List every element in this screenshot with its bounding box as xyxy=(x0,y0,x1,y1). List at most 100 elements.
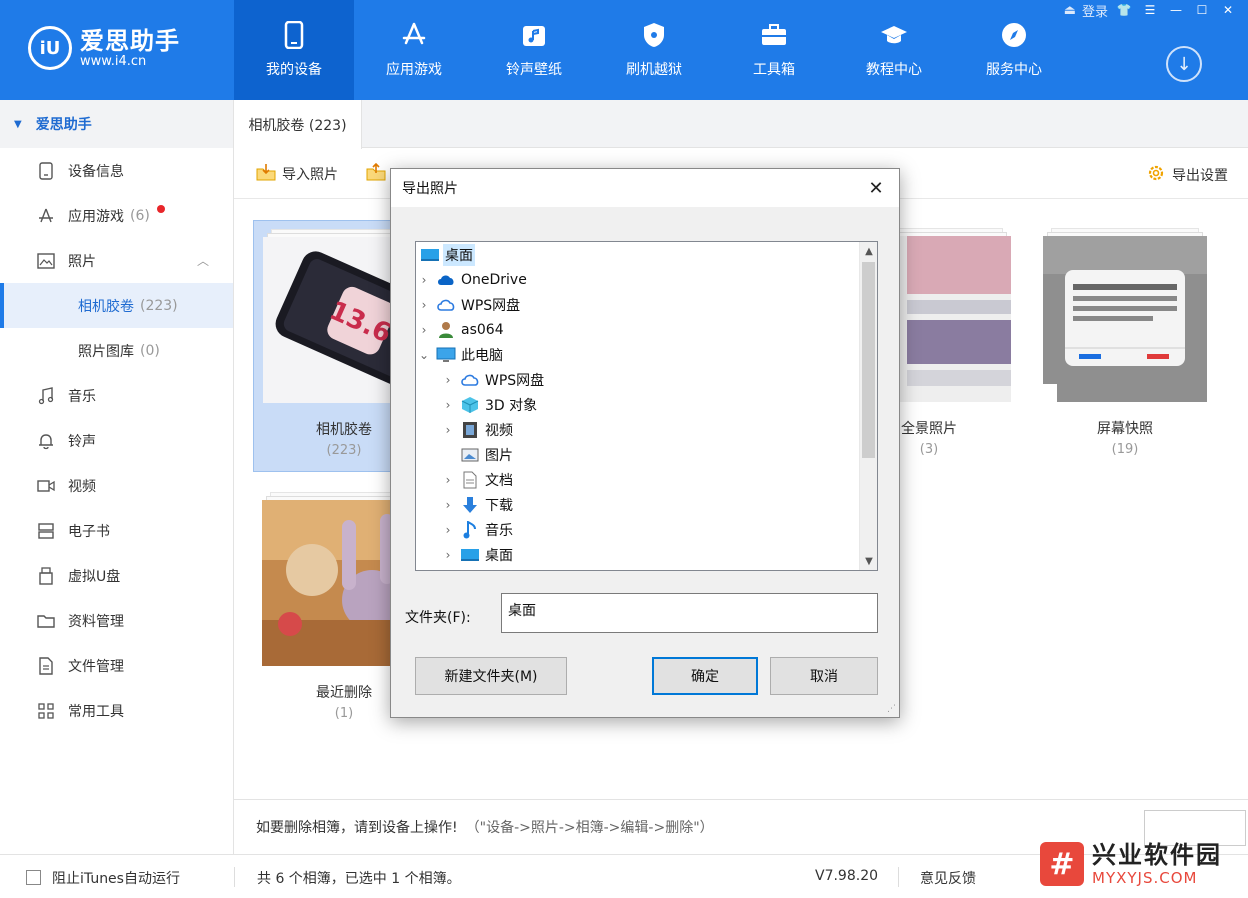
tree-item-label: 图片 xyxy=(485,447,513,464)
skin-button[interactable]: 👕 xyxy=(1114,1,1134,19)
wps-cloud-icon xyxy=(460,371,480,389)
scroll-down-icon[interactable]: ▼ xyxy=(860,552,877,570)
export-folder-icon xyxy=(366,162,386,185)
chevron-right-icon[interactable]: › xyxy=(440,473,456,487)
tree-item-pictures[interactable]: 图片 xyxy=(440,442,515,467)
user-icon xyxy=(436,321,456,339)
login-link[interactable]: 登录 xyxy=(1082,1,1108,20)
sidebar-item-file-management[interactable]: 文件管理 xyxy=(0,643,233,688)
album-screenshots[interactable]: 屏幕快照 (19) xyxy=(1034,220,1216,472)
nav-label: 刷机越狱 xyxy=(626,62,682,78)
cancel-button[interactable]: 取消 xyxy=(770,657,878,695)
chevron-right-icon[interactable]: › xyxy=(440,523,456,537)
tree-item-onedrive[interactable]: › OneDrive xyxy=(416,267,529,292)
version-label: V7.98.20 xyxy=(815,868,879,884)
nav-service-center[interactable]: 服务中心 xyxy=(954,0,1074,100)
sidebar-item-count: (223) xyxy=(140,297,178,314)
resize-grip-icon[interactable]: ⋰ xyxy=(887,704,896,714)
minimize-button[interactable]: — xyxy=(1166,1,1186,19)
tree-item-user[interactable]: › as064 xyxy=(416,317,506,342)
sidebar-item-ringtones[interactable]: 铃声 xyxy=(0,418,233,463)
download-arrow-icon xyxy=(460,496,480,514)
grid-icon xyxy=(36,701,56,721)
tab-camera-roll[interactable]: 相机胶卷 (223) xyxy=(234,100,362,149)
tree-item-desktop-root[interactable]: 桌面 xyxy=(416,242,475,267)
tree-item-documents[interactable]: › 文档 xyxy=(440,467,515,492)
sidebar-item-virtual-udisk[interactable]: 虚拟U盘 xyxy=(0,553,233,598)
folder-label: 文件夹(F): xyxy=(405,610,471,626)
shield-icon xyxy=(640,21,668,49)
picture-icon xyxy=(460,446,480,464)
tree-item-music[interactable]: › 音乐 xyxy=(440,517,515,542)
sidebar-item-data-management[interactable]: 资料管理 xyxy=(0,598,233,643)
maximize-button[interactable]: ☐ xyxy=(1192,1,1212,19)
sidebar-item-label: 铃声 xyxy=(68,433,96,450)
scrollbar-thumb[interactable] xyxy=(862,262,875,458)
watermark-title: 兴业软件园 xyxy=(1092,841,1222,869)
sidebar-item-label: 相机胶卷 xyxy=(78,298,134,315)
sidebar-item-music[interactable]: 音乐 xyxy=(0,373,233,418)
nav-tutorials[interactable]: 教程中心 xyxy=(834,0,954,100)
logo-badge: iU xyxy=(28,26,72,70)
chevron-right-icon[interactable]: › xyxy=(416,323,432,337)
sidebar-item-videos[interactable]: 视频 xyxy=(0,463,233,508)
chevron-right-icon[interactable]: › xyxy=(440,423,456,437)
chevron-right-icon[interactable]: › xyxy=(416,273,432,287)
menu-button[interactable]: ☰ xyxy=(1140,1,1160,19)
music-note-icon xyxy=(460,520,480,539)
chevron-right-icon[interactable]: › xyxy=(440,398,456,412)
sidebar-item-label: 电子书 xyxy=(68,523,110,540)
logo-name: 爱思助手 xyxy=(80,27,180,55)
app-logo: iU 爱思助手 www.i4.cn xyxy=(28,26,180,70)
nav-flash-jailbreak[interactable]: 刷机越狱 xyxy=(594,0,714,100)
sidebar-item-camera-roll[interactable]: 相机胶卷 (223) xyxy=(0,283,233,328)
download-icon[interactable]: ↓ xyxy=(1166,46,1202,82)
chevron-right-icon[interactable]: › xyxy=(440,373,456,387)
notification-dot xyxy=(157,205,165,213)
music-folder-icon xyxy=(520,21,548,49)
tree-item-wps-cloud[interactable]: › WPS网盘 xyxy=(416,292,522,317)
export-settings-button[interactable]: 导出设置 xyxy=(1146,163,1228,187)
sidebar-item-label: 应用游戏 xyxy=(68,208,124,225)
tree-item-pc-wps-cloud[interactable]: › WPS网盘 xyxy=(440,367,546,392)
dialog-title: 导出照片 xyxy=(402,181,458,197)
feedback-link[interactable]: 意见反馈 xyxy=(920,868,976,888)
tree-item-3d-objects[interactable]: › 3D 对象 xyxy=(440,392,539,417)
new-folder-button[interactable]: 新建文件夹(M) xyxy=(415,657,567,695)
chevron-down-icon[interactable]: ⌄ xyxy=(416,348,432,362)
folder-tree[interactable]: 桌面 › OneDrive › WPS网盘 › as064 ⌄ 此电脑 › WP… xyxy=(415,241,878,571)
login-icon: ⏏ xyxy=(1063,2,1076,18)
close-window-button[interactable]: ✕ xyxy=(1218,1,1238,19)
sidebar-item-apps[interactable]: 应用游戏 (6) xyxy=(0,193,233,238)
sidebar-item-ebooks[interactable]: 电子书 xyxy=(0,508,233,553)
tree-scrollbar[interactable]: ▲ ▼ xyxy=(859,242,877,570)
nav-ringtones-wallpapers[interactable]: 铃声壁纸 xyxy=(474,0,594,100)
chevron-right-icon[interactable]: › xyxy=(416,298,432,312)
tree-item-downloads[interactable]: › 下载 xyxy=(440,492,515,517)
nav-label: 我的设备 xyxy=(266,62,322,78)
folder-input[interactable]: 桌面 xyxy=(501,593,878,633)
nav-label: 服务中心 xyxy=(986,62,1042,78)
sidebar-item-common-tools[interactable]: 常用工具 xyxy=(0,688,233,733)
export-button[interactable] xyxy=(366,162,392,185)
ok-button[interactable]: 确定 xyxy=(652,657,758,695)
sidebar-item-device-info[interactable]: 设备信息 xyxy=(0,148,233,193)
tree-item-videos[interactable]: › 视频 xyxy=(440,417,515,442)
album-count: (19) xyxy=(1111,442,1139,457)
chevron-right-icon[interactable]: › xyxy=(440,498,456,512)
tree-item-label: 下载 xyxy=(485,497,513,514)
tree-item-this-pc[interactable]: ⌄ 此电脑 xyxy=(416,342,505,367)
itunes-autorun-checkbox[interactable] xyxy=(26,870,41,885)
sidebar-item-photo-library[interactable]: 照片图库 (0) xyxy=(0,328,233,373)
nav-my-device[interactable]: 我的设备 xyxy=(234,0,354,100)
tree-item-desktop[interactable]: › 桌面 xyxy=(440,542,515,567)
scroll-up-icon[interactable]: ▲ xyxy=(860,242,877,260)
file-icon xyxy=(36,656,56,676)
chevron-right-icon[interactable]: › xyxy=(440,548,456,562)
nav-apps-games[interactable]: 应用游戏 xyxy=(354,0,474,100)
import-photos-button[interactable]: 导入照片 xyxy=(256,163,338,185)
dialog-close-icon[interactable]: ✕ xyxy=(865,177,887,199)
sidebar-root[interactable]: ▼ 爱思助手 xyxy=(0,100,233,148)
nav-toolbox[interactable]: 工具箱 xyxy=(714,0,834,100)
sidebar-item-photos[interactable]: 照片 ︿ xyxy=(0,238,233,283)
